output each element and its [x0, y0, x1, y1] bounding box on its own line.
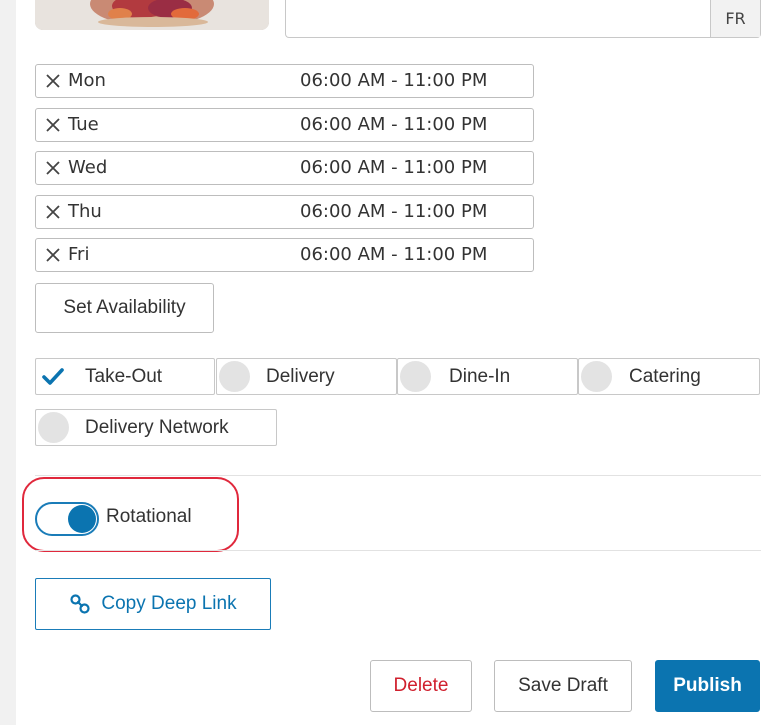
language-name-field[interactable]: FR — [285, 0, 761, 38]
rotational-label: Rotational — [106, 506, 192, 527]
option-catering[interactable]: Catering — [578, 358, 760, 395]
copy-deep-link-label: Copy Deep Link — [101, 593, 237, 614]
option-delivery-network[interactable]: Delivery Network — [35, 409, 277, 446]
section-divider — [35, 550, 761, 551]
hours-day-label: Fri — [68, 244, 90, 265]
language-code-badge: FR — [710, 0, 760, 37]
close-icon[interactable] — [44, 115, 62, 135]
unchecked-circle-icon — [581, 361, 612, 392]
toggle-knob — [68, 505, 96, 533]
hours-row-fri: Fri 06:00 AM - 11:00 PM — [35, 238, 534, 272]
hours-range[interactable]: 06:00 AM - 11:00 PM — [300, 114, 487, 135]
close-icon[interactable] — [44, 202, 62, 222]
option-take-out[interactable]: Take-Out — [35, 358, 215, 395]
left-gutter — [0, 0, 16, 725]
close-icon[interactable] — [44, 245, 62, 265]
hours-row-wed: Wed 06:00 AM - 11:00 PM — [35, 151, 534, 185]
option-label: Delivery — [266, 366, 335, 387]
publish-button[interactable]: Publish — [655, 660, 760, 712]
hours-range[interactable]: 06:00 AM - 11:00 PM — [300, 157, 487, 178]
unchecked-circle-icon — [38, 412, 69, 443]
link-icon — [70, 594, 90, 614]
option-label: Take-Out — [85, 366, 163, 387]
rotational-toggle[interactable] — [35, 502, 99, 536]
delete-button[interactable]: Delete — [370, 660, 472, 712]
checkmark-icon — [42, 368, 64, 385]
set-availability-button[interactable]: Set Availability — [35, 283, 214, 333]
option-label: Catering — [629, 366, 701, 387]
close-icon[interactable] — [44, 158, 62, 178]
hours-range[interactable]: 06:00 AM - 11:00 PM — [300, 70, 487, 91]
unchecked-circle-icon — [219, 361, 250, 392]
close-icon[interactable] — [44, 71, 62, 91]
hours-range[interactable]: 06:00 AM - 11:00 PM — [300, 201, 487, 222]
hours-day-label: Wed — [68, 157, 108, 178]
hours-day-label: Mon — [68, 70, 106, 91]
item-thumbnail — [35, 0, 269, 30]
hours-row-tue: Tue 06:00 AM - 11:00 PM — [35, 108, 534, 142]
hours-range[interactable]: 06:00 AM - 11:00 PM — [300, 244, 487, 265]
hours-row-thu: Thu 06:00 AM - 11:00 PM — [35, 195, 534, 229]
hours-day-label: Thu — [68, 201, 102, 222]
save-draft-button[interactable]: Save Draft — [494, 660, 632, 712]
section-divider — [35, 475, 761, 476]
option-label: Delivery Network — [85, 417, 229, 438]
unchecked-circle-icon — [400, 361, 431, 392]
option-dine-in[interactable]: Dine-In — [397, 358, 578, 395]
option-label: Dine-In — [449, 366, 511, 387]
option-delivery[interactable]: Delivery — [216, 358, 397, 395]
hours-row-mon: Mon 06:00 AM - 11:00 PM — [35, 64, 534, 98]
copy-deep-link-button[interactable]: Copy Deep Link — [35, 578, 271, 630]
hours-day-label: Tue — [68, 114, 99, 135]
